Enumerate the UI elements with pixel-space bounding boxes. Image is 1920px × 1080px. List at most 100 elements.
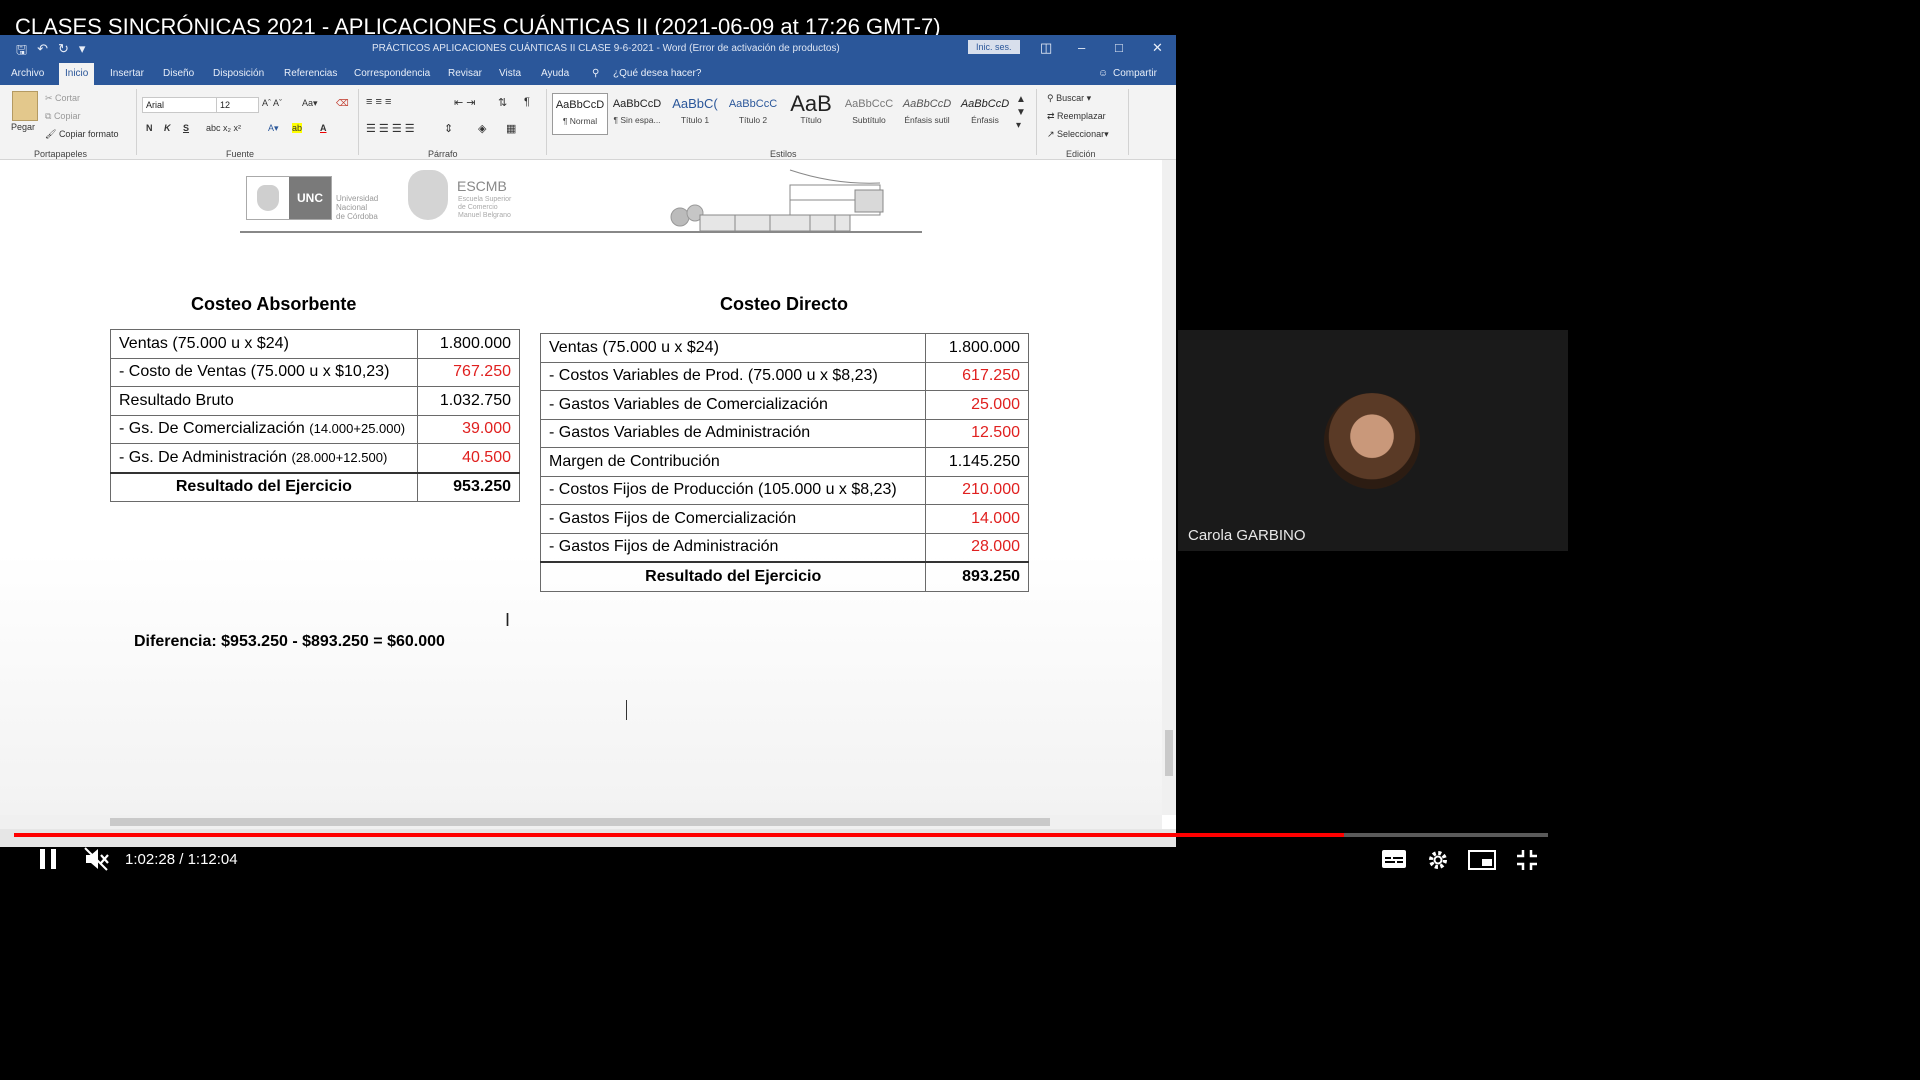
cut-button[interactable]: ✂ Cortar — [45, 93, 80, 104]
find-button[interactable]: ⚲ Buscar ▾ — [1047, 93, 1091, 104]
row-label-cell: Ventas (75.000 u x $24) — [539, 333, 927, 363]
style-title[interactable]: AaB Título — [784, 93, 838, 133]
underline-button[interactable]: S — [183, 123, 189, 133]
miniplayer-button[interactable] — [1468, 850, 1496, 875]
exit-fullscreen-button[interactable] — [1516, 849, 1538, 876]
row-label-cell: - Gs. De Administración (28.000+12.500) — [110, 443, 418, 473]
miniplayer-icon — [1468, 850, 1496, 870]
row-value: 14.000 — [925, 504, 1029, 534]
sign-in-button[interactable]: Inic. ses. — [968, 40, 1020, 54]
style-name: Título 1 — [680, 115, 710, 125]
tab-referencias[interactable]: Referencias — [284, 68, 337, 79]
total-time: 1:12:04 — [187, 851, 238, 868]
style-emphasis[interactable]: AaBbCcD Énfasis — [958, 93, 1012, 133]
scroll-thumb[interactable] — [110, 818, 1050, 826]
highlight-icon[interactable]: ab — [292, 123, 303, 133]
sort-icon[interactable]: ⇅ — [498, 96, 507, 109]
copy-button[interactable]: ⧉ Copiar — [45, 111, 80, 122]
pause-button[interactable] — [38, 848, 58, 875]
styles-scroll-icon[interactable]: ▲ ▼ ▾ — [1016, 93, 1026, 132]
font-size-select[interactable]: 12 — [216, 97, 259, 113]
change-case-icon[interactable]: Aa▾ — [302, 98, 318, 109]
bold-button[interactable]: N — [146, 123, 153, 133]
tab-revisar[interactable]: Revisar — [448, 68, 482, 79]
save-icon[interactable]: 🖫 — [16, 41, 27, 63]
volume-muted-icon — [84, 847, 109, 871]
table-row: Ventas (75.000 u x $24) 1.800.000 — [110, 329, 521, 359]
horizontal-scrollbar[interactable] — [0, 815, 1162, 829]
tab-archivo[interactable]: Archivo — [11, 68, 44, 79]
row-label: Resultado Bruto — [119, 391, 234, 409]
subtitles-button[interactable] — [1382, 850, 1406, 873]
style-normal[interactable]: AaBbCcD ¶ Normal — [552, 93, 608, 135]
vertical-scrollbar[interactable] — [1162, 160, 1176, 815]
ribbon-home: Pegar ✂ Cortar ⧉ Copiar 🖌 Copiar formato… — [0, 85, 1176, 160]
tab-insertar[interactable]: Insertar — [110, 68, 144, 79]
settings-button[interactable] — [1427, 849, 1449, 876]
line-spacing-icon[interactable]: ⇕ — [444, 122, 453, 135]
shading-icon[interactable]: ◈ — [478, 122, 486, 135]
select-button[interactable]: ↗ Seleccionar▾ — [1047, 129, 1109, 140]
style-subtitle[interactable]: AaBbCcC Subtítulo — [842, 93, 896, 133]
participant-name: Carola GARBINO — [1188, 527, 1306, 544]
style-heading2[interactable]: AaBbCcC Título 2 — [726, 93, 780, 133]
row-label: - Costo de Ventas (75.000 u x $10,23) — [119, 363, 390, 381]
row-label-cell: - Costos Fijos de Producción (105.000 u … — [539, 475, 927, 505]
strikethrough-icon[interactable]: abc x₂ x² — [206, 123, 241, 133]
row-label-cell: - Gastos Variables de Administración — [539, 418, 927, 448]
style-sample: AaBbCcC — [728, 98, 778, 110]
divider — [1128, 89, 1129, 155]
close-icon[interactable]: ✕ — [1152, 40, 1163, 56]
bullets-icon[interactable]: ≡ ≡ ≡ — [366, 96, 391, 108]
style-heading1[interactable]: AaBbC( Título 1 — [668, 93, 722, 133]
escmb-subtitle-line: Manuel Belgrano — [458, 212, 511, 219]
paste-button[interactable]: Pegar — [11, 122, 35, 132]
font-name-select[interactable]: Arial — [142, 97, 217, 113]
escmb-subtitle-line: de Comercio — [458, 204, 498, 211]
tab-disposicion[interactable]: Disposición — [213, 68, 264, 79]
pilcrow-icon[interactable]: ¶ — [524, 96, 530, 108]
tab-inicio[interactable]: Inicio — [59, 63, 95, 85]
mute-button[interactable] — [84, 847, 110, 876]
style-no-spacing[interactable]: AaBbCcD ¶ Sin espa... — [610, 93, 664, 133]
tab-ayuda[interactable]: Ayuda — [541, 68, 569, 79]
align-icons[interactable]: ☰ ☰ ☰ ☰ — [366, 122, 415, 135]
font-color-icon[interactable]: A — [320, 123, 327, 133]
format-painter-button[interactable]: 🖌 Copiar formato — [45, 129, 118, 140]
replace-button[interactable]: ⇄ Reemplazar — [1047, 111, 1106, 122]
style-sample: AaBbC( — [672, 96, 718, 111]
copy-label: Copiar — [53, 111, 81, 121]
ribbon-display-icon[interactable]: ◫ — [1040, 40, 1052, 56]
unc-logo-text: UNC — [289, 177, 331, 219]
row-label: - Gs. De Administración — [119, 448, 292, 466]
unc-subtitle: Universidad Nacional de Córdoba — [336, 194, 378, 221]
text-effects-icon[interactable]: A▾ — [268, 123, 279, 134]
text-cursor-icon: I — [505, 610, 511, 630]
tab-vista[interactable]: Vista — [499, 68, 521, 79]
table-costeo-absorbente: Ventas (75.000 u x $24) 1.800.000 - Costo … — [110, 329, 521, 502]
redo-icon[interactable]: ↻ — [58, 41, 69, 63]
subtitles-icon — [1382, 850, 1406, 868]
maximize-icon[interactable]: □ — [1115, 40, 1123, 55]
italic-button[interactable]: K — [164, 123, 171, 133]
grow-font-icon[interactable]: Aˆ Aˇ — [262, 98, 282, 108]
scroll-thumb[interactable] — [1165, 730, 1173, 776]
divider — [358, 89, 359, 155]
undo-icon[interactable]: ↶ — [37, 41, 48, 63]
row-value: 1.032.750 — [416, 386, 521, 416]
minimize-icon[interactable]: – — [1078, 40, 1085, 55]
escmb-subtitle: Escuela Superior de Comercio Manuel Belg… — [458, 196, 511, 220]
table-row: Margen de Contribución 1.145.250 — [539, 447, 1029, 477]
customize-qat-icon[interactable]: ▾ — [79, 41, 86, 63]
total-value: 893.250 — [925, 561, 1029, 592]
paste-icon[interactable] — [12, 91, 38, 121]
borders-icon[interactable]: ▦ — [506, 122, 516, 135]
style-sample: AaBbCcD — [555, 99, 605, 111]
share-button[interactable]: Compartir — [1113, 68, 1157, 79]
indent-icon[interactable]: ⇤ ⇥ — [454, 96, 476, 109]
tab-diseno[interactable]: Diseño — [163, 68, 194, 79]
tab-correspondencia[interactable]: Correspondencia — [354, 68, 430, 79]
style-subtle-emphasis[interactable]: AaBbCcD Énfasis sutil — [900, 93, 954, 133]
tell-me-search[interactable]: ¿Qué desea hacer? — [613, 68, 701, 79]
clear-format-icon[interactable]: ⌫ — [336, 98, 349, 109]
